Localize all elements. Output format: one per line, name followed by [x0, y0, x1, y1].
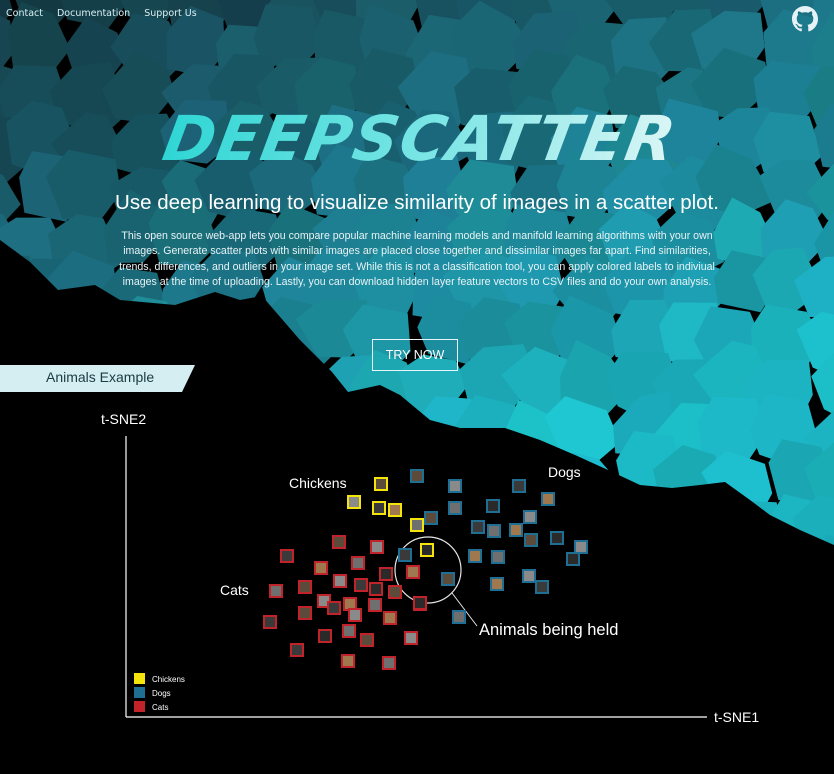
- top-nav: Contact Documentation Support Us: [6, 8, 197, 19]
- scatter-thumbnail: [356, 580, 366, 590]
- scatter-thumbnail: [344, 626, 354, 636]
- dogs-annotation: Dogs: [548, 464, 581, 480]
- nav-contact-link[interactable]: Contact: [6, 8, 43, 19]
- scatter-thumbnail: [349, 497, 359, 507]
- scatter-thumbnail: [374, 503, 384, 513]
- scatter-plot: t-SNE2 t-SNE1 Chickens Dogs Cats Animals…: [101, 411, 759, 725]
- scatter-thumbnail: [492, 579, 502, 589]
- scatter-thumbnail: [422, 545, 432, 555]
- scatter-thumbnail: [371, 584, 381, 594]
- example-label: Animals Example: [46, 369, 155, 385]
- try-now-button[interactable]: TRY NOW: [372, 339, 458, 371]
- scatter-thumbnail: [372, 542, 382, 552]
- scatter-thumbnail: [514, 481, 524, 491]
- scatter-thumbnail: [300, 582, 310, 592]
- scatter-thumbnail: [381, 569, 391, 579]
- legend-cats: Cats: [152, 703, 168, 712]
- nav-support-link[interactable]: Support Us: [144, 8, 196, 19]
- scatter-thumbnail: [524, 571, 534, 581]
- legend-dogs: Dogs: [152, 689, 171, 698]
- scatter-thumbnail: [511, 525, 521, 535]
- github-icon[interactable]: [792, 6, 818, 32]
- scatter-thumbnail: [335, 576, 345, 586]
- scatter-thumbnail: [443, 574, 453, 584]
- chickens-annotation: Chickens: [289, 475, 347, 491]
- scatter-thumbnail: [408, 567, 418, 577]
- scatter-thumbnail: [450, 481, 460, 491]
- legend-swatch-chickens: [134, 673, 145, 684]
- scatter-thumbnail: [376, 479, 386, 489]
- scatter-thumbnail: [300, 608, 310, 618]
- scatter-thumbnail: [412, 520, 422, 530]
- cats-annotation: Cats: [220, 582, 249, 598]
- scatter-thumbnail: [454, 612, 464, 622]
- scatter-thumbnail: [552, 533, 562, 543]
- legend-swatch-cats: [134, 701, 145, 712]
- scatter-thumbnail: [537, 582, 547, 592]
- scatter-thumbnail: [329, 603, 339, 613]
- scatter-thumbnail: [292, 645, 302, 655]
- legend: Chickens Dogs Cats: [134, 673, 185, 712]
- scatter-thumbnail: [282, 551, 292, 561]
- scatter-thumbnail: [489, 526, 499, 536]
- scatter-thumbnail: [415, 598, 425, 608]
- scatter-thumbnail: [576, 542, 586, 552]
- scatter-thumbnail: [426, 513, 436, 523]
- scatter-thumbnail: [400, 550, 410, 560]
- scatter-points: [263, 469, 588, 670]
- scatter-thumbnail: [390, 587, 400, 597]
- scatter-thumbnail: [343, 656, 353, 666]
- scatter-thumbnail: [488, 501, 498, 511]
- scatter-thumbnail: [450, 503, 460, 513]
- scatter-thumbnail: [543, 494, 553, 504]
- scatter-thumbnail: [526, 535, 536, 545]
- scatter-thumbnail: [390, 505, 400, 515]
- description: This open source web-app lets you compar…: [119, 230, 715, 289]
- scatter-thumbnail: [316, 563, 326, 573]
- scatter-thumbnail: [370, 600, 380, 610]
- scatter-thumbnail: [470, 551, 480, 561]
- scatter-thumbnail: [412, 471, 422, 481]
- legend-swatch-dogs: [134, 687, 145, 698]
- scatter-thumbnail: [406, 633, 416, 643]
- scatter-thumbnail: [493, 552, 503, 562]
- scatter-thumbnail: [334, 537, 344, 547]
- scatter-thumbnail: [271, 586, 281, 596]
- scatter-thumbnail: [525, 512, 535, 522]
- scatter-thumbnail: [265, 617, 275, 627]
- scatter-thumbnail: [353, 558, 363, 568]
- scatter-thumbnail: [350, 610, 360, 620]
- scatter-thumbnail: [385, 613, 395, 623]
- scatter-thumbnail: [362, 635, 372, 645]
- x-axis-label: t-SNE1: [714, 709, 759, 725]
- scatter-thumbnail: [384, 658, 394, 668]
- scatter-thumbnail: [568, 554, 578, 564]
- scatter-thumbnail: [473, 522, 483, 532]
- scatter-thumbnail: [320, 631, 330, 641]
- nav-documentation-link[interactable]: Documentation: [57, 8, 130, 19]
- y-axis-label: t-SNE2: [101, 411, 146, 427]
- legend-chickens: Chickens: [152, 675, 185, 684]
- logo-text: DEEPSCATTER: [158, 102, 683, 172]
- headline: Use deep learning to visualize similarit…: [115, 191, 719, 214]
- scatter-thumbnail: [345, 599, 355, 609]
- held-annotation: Animals being held: [479, 621, 618, 639]
- logo: DEEPSCATTER: [0, 100, 834, 176]
